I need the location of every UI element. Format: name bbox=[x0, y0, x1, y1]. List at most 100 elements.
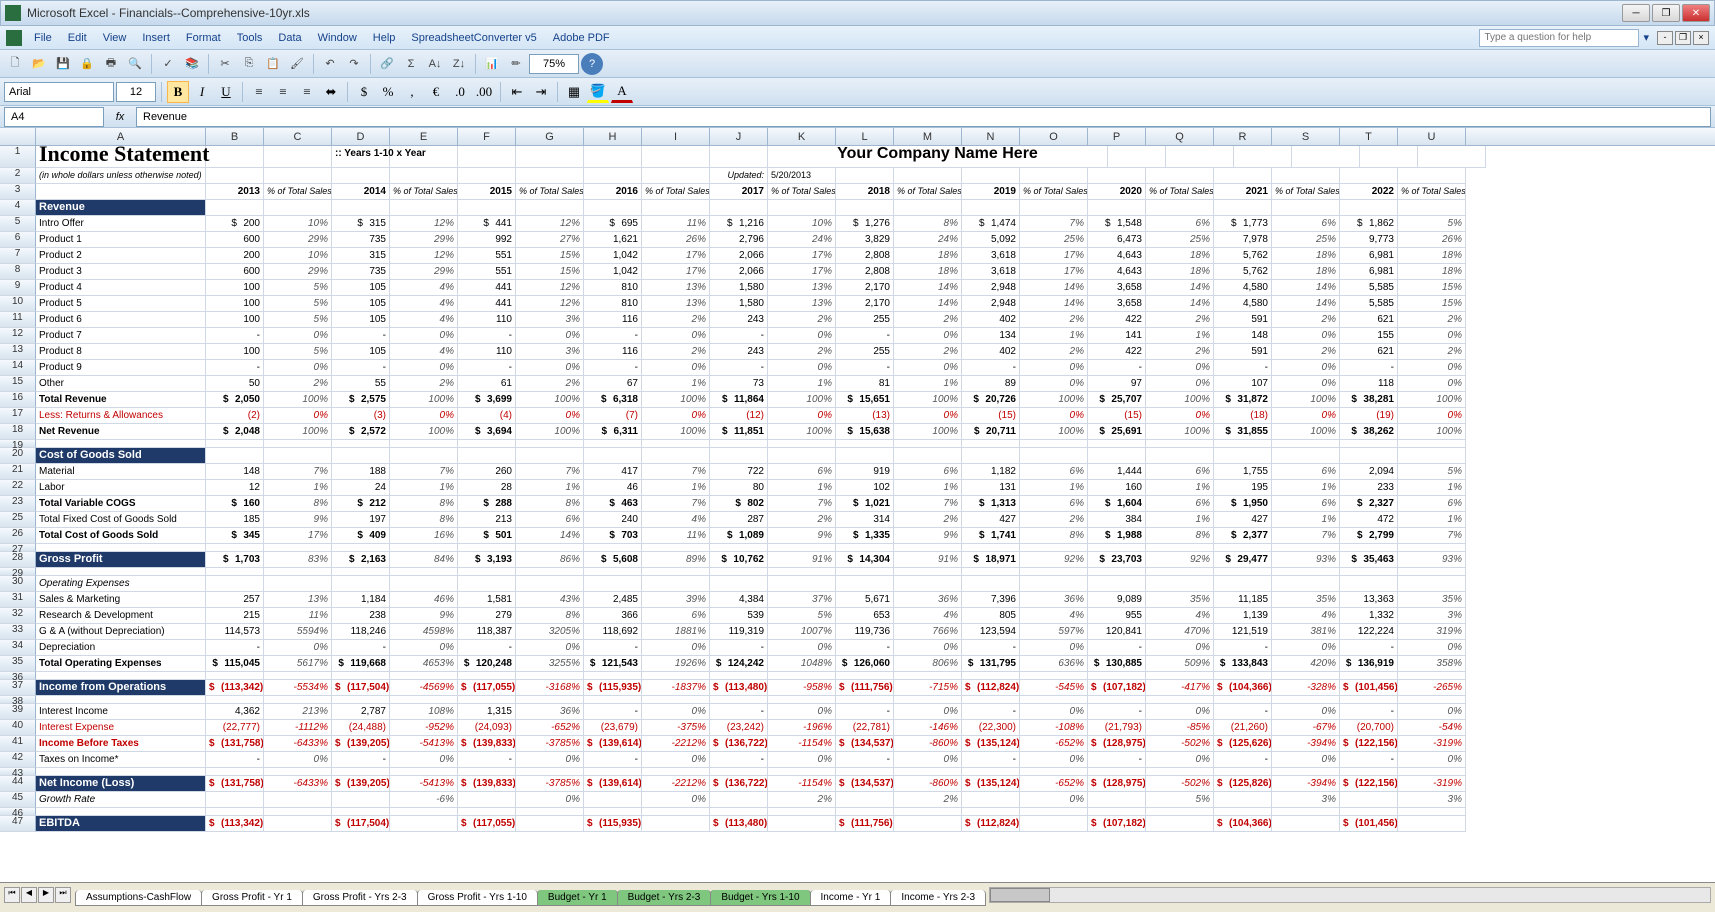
cell-pct[interactable]: 1% bbox=[264, 480, 332, 496]
cell-value[interactable]: $15,638 bbox=[836, 424, 894, 440]
cell-pct[interactable]: -146% bbox=[894, 720, 962, 736]
cell-value[interactable]: - bbox=[332, 640, 390, 656]
cell-value[interactable]: 315 bbox=[332, 248, 390, 264]
cell-pct[interactable]: 0% bbox=[516, 360, 584, 376]
cell-value[interactable]: $200 bbox=[206, 216, 264, 232]
cell-value[interactable]: $3,699 bbox=[458, 392, 516, 408]
cell-value[interactable]: 119,319 bbox=[710, 624, 768, 640]
euro-button[interactable]: € bbox=[425, 81, 447, 103]
mdi-close-button[interactable]: × bbox=[1693, 31, 1709, 45]
increase-decimal-button[interactable]: .0 bbox=[449, 81, 471, 103]
row-header-11[interactable]: 11 bbox=[0, 312, 36, 328]
cell-pct[interactable]: 93% bbox=[1398, 552, 1466, 568]
cell-pct[interactable]: 1926% bbox=[642, 656, 710, 672]
cell-value[interactable]: $(139,205) bbox=[332, 776, 390, 792]
cell-pct[interactable]: 2% bbox=[1398, 344, 1466, 360]
cell-value[interactable]: 1,621 bbox=[584, 232, 642, 248]
cell-value[interactable]: 110 bbox=[458, 344, 516, 360]
cell-pct[interactable]: 86% bbox=[516, 552, 584, 568]
cell-value[interactable]: $1,741 bbox=[962, 528, 1020, 544]
cell-value[interactable]: (23,242) bbox=[710, 720, 768, 736]
cell-pct[interactable]: 100% bbox=[1020, 392, 1088, 408]
cell-value[interactable]: - bbox=[836, 360, 894, 376]
cell-pct[interactable]: 100% bbox=[1272, 424, 1340, 440]
cell-value[interactable]: 2,808 bbox=[836, 264, 894, 280]
cell-pct[interactable]: -652% bbox=[1020, 736, 1088, 752]
cell-value[interactable]: 200 bbox=[206, 248, 264, 264]
cell-pct[interactable]: 0% bbox=[1146, 360, 1214, 376]
cell-pct[interactable]: 39% bbox=[642, 592, 710, 608]
cell-pct[interactable]: 15% bbox=[1398, 296, 1466, 312]
cell-value[interactable]: 13,363 bbox=[1340, 592, 1398, 608]
cell-value[interactable]: - bbox=[458, 752, 516, 768]
cell-pct[interactable]: 0% bbox=[516, 328, 584, 344]
cell-value[interactable]: - bbox=[332, 328, 390, 344]
cell-pct[interactable]: -319% bbox=[1398, 736, 1466, 752]
cell-value[interactable]: 591 bbox=[1214, 312, 1272, 328]
row-header-45[interactable]: 45 bbox=[0, 792, 36, 808]
cell-value[interactable]: (18) bbox=[1214, 408, 1272, 424]
cell-pct[interactable]: 36% bbox=[894, 592, 962, 608]
cell-value[interactable]: $1,773 bbox=[1214, 216, 1272, 232]
cell-value[interactable]: 81 bbox=[836, 376, 894, 392]
cell-value[interactable]: - bbox=[836, 704, 894, 720]
cell-value[interactable]: 105 bbox=[332, 312, 390, 328]
cell-pct[interactable]: 2% bbox=[1272, 312, 1340, 328]
cell-pct[interactable]: 4% bbox=[390, 280, 458, 296]
cell-value[interactable]: (7) bbox=[584, 408, 642, 424]
cell-pct[interactable]: 100% bbox=[768, 392, 836, 408]
cell-pct[interactable]: 7% bbox=[390, 464, 458, 480]
cell-value[interactable]: - bbox=[584, 360, 642, 376]
cell-value[interactable]: 427 bbox=[1214, 512, 1272, 528]
cell-value[interactable]: $(117,055) bbox=[458, 816, 516, 832]
cell-value[interactable]: - bbox=[710, 752, 768, 768]
cell-value[interactable]: $133,843 bbox=[1214, 656, 1272, 672]
cell-pct[interactable]: 6% bbox=[1146, 496, 1214, 512]
cell-pct[interactable]: 3255% bbox=[516, 656, 584, 672]
cell-pct[interactable]: 3% bbox=[516, 312, 584, 328]
cell-value[interactable]: (12) bbox=[710, 408, 768, 424]
cell-pct[interactable]: 8% bbox=[1020, 528, 1088, 544]
cell-value[interactable]: $(113,342) bbox=[206, 816, 264, 832]
cell-pct[interactable]: 2% bbox=[768, 792, 836, 808]
cell-pct[interactable]: 4% bbox=[642, 512, 710, 528]
cell-pct[interactable]: -2212% bbox=[642, 776, 710, 792]
cell-pct[interactable]: 0% bbox=[1146, 704, 1214, 720]
cell-value[interactable]: $131,795 bbox=[962, 656, 1020, 672]
cell-pct[interactable]: 0% bbox=[1272, 376, 1340, 392]
cell-value[interactable]: 4,643 bbox=[1088, 264, 1146, 280]
col-header-M[interactable]: M bbox=[894, 128, 962, 145]
merge-button[interactable]: ⬌ bbox=[320, 81, 342, 103]
cell-value[interactable]: - bbox=[206, 640, 264, 656]
cell-value[interactable]: - bbox=[962, 640, 1020, 656]
cell-pct[interactable]: 1% bbox=[642, 376, 710, 392]
sheet-tab-7[interactable]: Income - Yr 1 bbox=[810, 890, 892, 906]
cell-value[interactable]: $(134,537) bbox=[836, 776, 894, 792]
cell-value[interactable]: 5,762 bbox=[1214, 264, 1272, 280]
mdi-restore-button[interactable]: ❐ bbox=[1675, 31, 1691, 45]
cell-value[interactable]: 2,485 bbox=[584, 592, 642, 608]
cell-pct[interactable]: 84% bbox=[390, 552, 458, 568]
cell-pct[interactable]: 509% bbox=[1146, 656, 1214, 672]
cell-value[interactable]: - bbox=[962, 360, 1020, 376]
cell-value[interactable]: $(131,758) bbox=[206, 736, 264, 752]
col-header-A[interactable]: A bbox=[36, 128, 206, 145]
cell-pct[interactable]: 4% bbox=[390, 344, 458, 360]
cell-value[interactable]: 600 bbox=[206, 232, 264, 248]
cell-pct[interactable]: 6% bbox=[1272, 216, 1340, 232]
cell-pct[interactable]: 1% bbox=[1020, 328, 1088, 344]
cell-value[interactable]: 6,981 bbox=[1340, 264, 1398, 280]
cell-value[interactable]: 55 bbox=[332, 376, 390, 392]
cell-pct[interactable]: 92% bbox=[1146, 552, 1214, 568]
cell-value[interactable]: $2,377 bbox=[1214, 528, 1272, 544]
cell-pct[interactable]: 0% bbox=[894, 360, 962, 376]
col-header-J[interactable]: J bbox=[710, 128, 768, 145]
cell-value[interactable]: $14,304 bbox=[836, 552, 894, 568]
cell-pct[interactable]: 0% bbox=[264, 328, 332, 344]
cell-value[interactable]: $25,691 bbox=[1088, 424, 1146, 440]
cell-value[interactable]: 653 bbox=[836, 608, 894, 624]
cell-value[interactable]: 118,387 bbox=[458, 624, 516, 640]
cell-value[interactable]: 1,444 bbox=[1088, 464, 1146, 480]
cell-value[interactable]: 402 bbox=[962, 344, 1020, 360]
cell-pct[interactable]: 0% bbox=[768, 328, 836, 344]
